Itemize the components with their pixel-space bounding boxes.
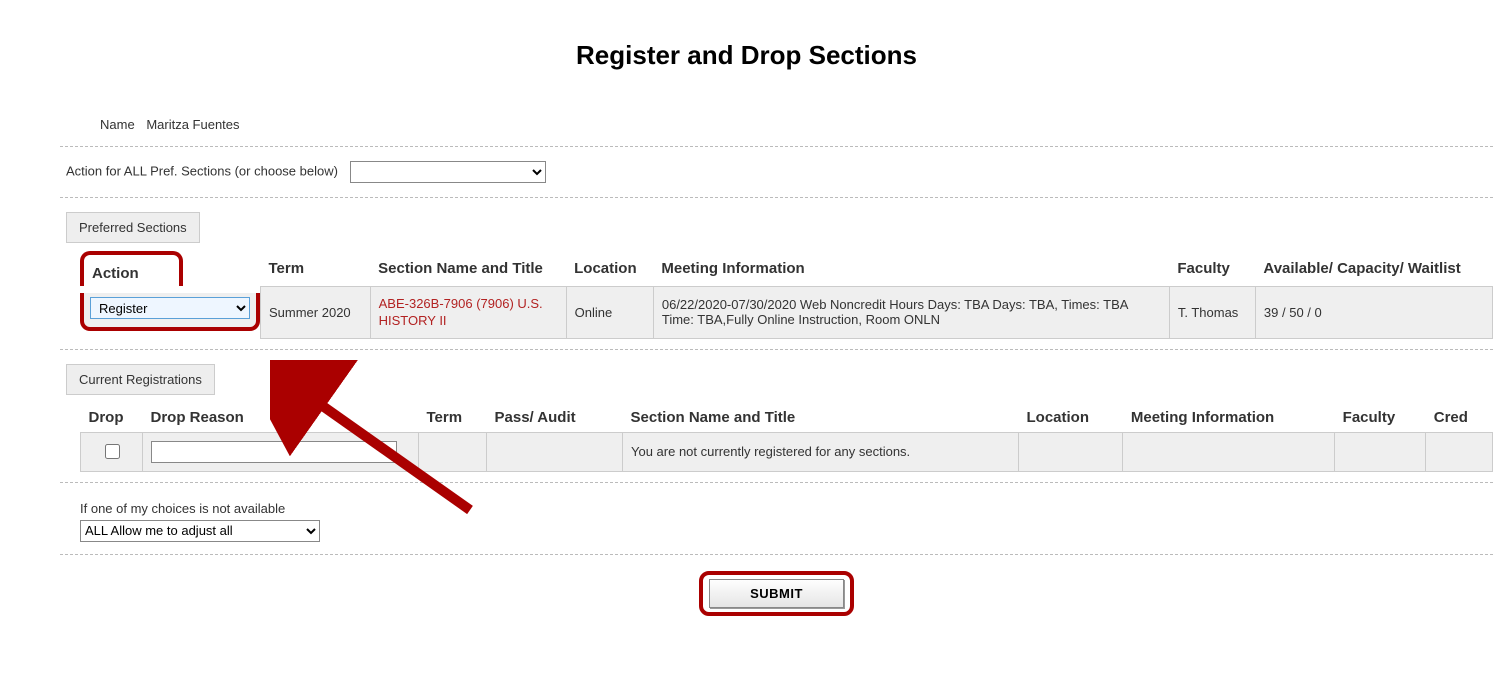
divider (60, 482, 1493, 483)
col-faculty: Faculty (1335, 403, 1426, 433)
col-term: Term (261, 251, 371, 286)
cred-cell (1426, 432, 1493, 471)
col-location: Location (566, 251, 653, 286)
table-header-row: Drop Drop Reason Term Pass/ Audit Sectio… (81, 403, 1493, 433)
name-label: Name (100, 117, 135, 132)
drop-reason-select[interactable] (151, 441, 397, 463)
no-reg-cell: You are not currently registered for any… (623, 432, 1019, 471)
name-row: Name Maritza Fuentes (60, 111, 1493, 142)
drop-checkbox[interactable] (105, 444, 120, 459)
col-meeting: Meeting Information (1123, 403, 1335, 433)
table-row: Register Summer 2020 ABE-326B-7906 (7906… (80, 286, 1493, 338)
location-cell (1019, 432, 1123, 471)
term-cell: Summer 2020 (261, 286, 371, 338)
availability-select[interactable]: ALL Allow me to adjust all (80, 520, 320, 542)
meeting-cell (1123, 432, 1335, 471)
col-meeting: Meeting Information (653, 251, 1169, 286)
col-location: Location (1019, 403, 1123, 433)
drop-cell (81, 432, 143, 471)
all-action-row: Action for ALL Pref. Sections (or choose… (60, 151, 1493, 193)
table-row: You are not currently registered for any… (81, 432, 1493, 471)
col-avail: Available/ Capacity/ Waitlist (1255, 251, 1492, 286)
action-header-highlight: Action (80, 251, 183, 286)
col-term: Term (419, 403, 487, 433)
preferred-sections-button[interactable]: Preferred Sections (66, 212, 200, 243)
page-title: Register and Drop Sections (0, 40, 1493, 71)
current-registrations-button[interactable]: Current Registrations (66, 364, 215, 395)
col-reason: Drop Reason (143, 403, 419, 433)
col-section: Section Name and Title (370, 251, 566, 286)
faculty-cell (1335, 432, 1426, 471)
col-drop: Drop (81, 403, 143, 433)
table-header-row: Action Term Section Name and Title Locat… (80, 251, 1493, 286)
col-pass: Pass/ Audit (487, 403, 623, 433)
divider (60, 349, 1493, 350)
current-registrations-table: Drop Drop Reason Term Pass/ Audit Sectio… (80, 403, 1493, 472)
submit-highlight: SUBMIT (699, 571, 854, 616)
divider (60, 146, 1493, 147)
term-cell (419, 432, 487, 471)
section-cell: ABE-326B-7906 (7906) U.S. HISTORY II (370, 286, 566, 338)
user-name: Maritza Fuentes (146, 117, 239, 132)
meeting-cell: 06/22/2020-07/30/2020 Web Noncredit Hour… (653, 286, 1169, 338)
col-action: Action (92, 265, 139, 282)
action-cell-highlight: Register (80, 293, 260, 331)
availability-row: If one of my choices is not available AL… (60, 487, 1493, 546)
action-select[interactable]: Register (90, 297, 250, 319)
divider (60, 197, 1493, 198)
preferred-sections-table: Action Term Section Name and Title Locat… (80, 251, 1493, 339)
col-faculty: Faculty (1169, 251, 1255, 286)
all-action-label: Action for ALL Pref. Sections (or choose… (66, 163, 338, 178)
reason-cell (143, 432, 419, 471)
faculty-cell: T. Thomas (1169, 286, 1255, 338)
submit-button[interactable]: SUBMIT (709, 579, 844, 608)
col-cred: Cred (1426, 403, 1493, 433)
location-cell: Online (566, 286, 653, 338)
all-action-select[interactable] (350, 161, 546, 183)
divider (60, 554, 1493, 555)
pass-cell (487, 432, 623, 471)
avail-cell: 39 / 50 / 0 (1255, 286, 1492, 338)
section-link[interactable]: ABE-326B-7906 (7906) U.S. HISTORY II (379, 295, 549, 330)
col-section: Section Name and Title (623, 403, 1019, 433)
availability-label: If one of my choices is not available (80, 501, 1493, 516)
